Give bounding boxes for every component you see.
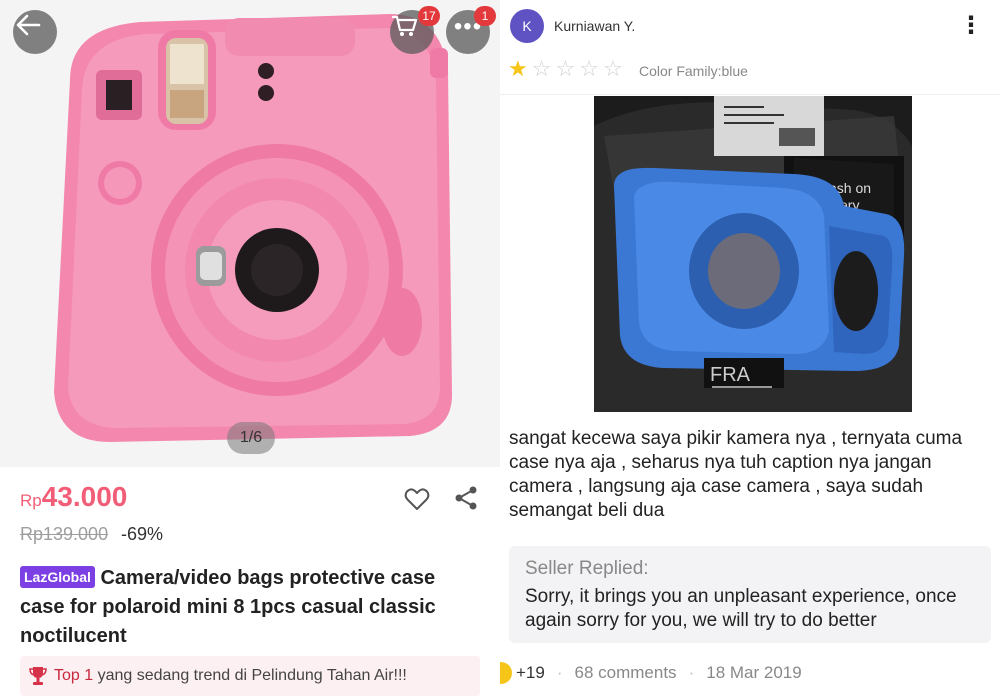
review-footer: +19 · 68 comments · 18 Mar 2019 (500, 661, 802, 685)
review-photo-image: cash on ery FRA (594, 96, 912, 412)
review-text: sangat kecewa saya pikir kamera nya , te… (509, 428, 963, 521)
trend-description: yang sedang trend di Pelindung Tahan Air… (97, 667, 407, 684)
star-icon: ★ (508, 56, 528, 81)
variant-label: Color Family:blue (639, 63, 748, 79)
kebab-menu-icon[interactable]: ⋮ (959, 13, 983, 39)
trend-text: Top 1 yang sedang trend di Pelindung Tah… (54, 667, 407, 685)
trend-rank: Top 1 (54, 667, 94, 684)
seller-reply-label: Seller Replied: (525, 558, 649, 579)
cart-badge: 17 (418, 6, 440, 26)
avatar: K (510, 9, 544, 43)
seller-reply-box: Seller Replied: Sorry, it brings you an … (509, 546, 991, 643)
discount-percent: -69% (121, 524, 164, 544)
product-panel: 17 ••• 1 1/6 Rp43.000 Rp139.000 -69% Laz… (0, 0, 500, 700)
trend-banner[interactable]: Top 1 yang sedang trend di Pelindung Tah… (20, 656, 480, 696)
product-image-carousel[interactable]: 17 ••• 1 1/6 (0, 0, 500, 467)
current-price: Rp43.000 (20, 481, 127, 513)
photo-text-fra: FRA (710, 364, 751, 386)
back-arrow-icon (16, 14, 41, 36)
reviewer-name: Kurniawan Y. (554, 18, 636, 34)
rating-stars: ★ ☆ ☆ ☆ ☆ (508, 58, 623, 80)
lazglobal-tag: LazGlobal (20, 566, 95, 588)
original-price: Rp139.000 (20, 524, 109, 544)
heart-icon[interactable] (403, 485, 431, 513)
like-count[interactable]: +19 (516, 663, 545, 683)
seller-reply-text: Sorry, it brings you an unpleasant exper… (525, 586, 957, 631)
product-image (0, 0, 500, 467)
like-icon[interactable] (500, 662, 512, 684)
separator-dot: · (556, 663, 563, 682)
back-button[interactable] (13, 10, 57, 54)
review-photo[interactable]: cash on ery FRA (594, 96, 912, 412)
more-button[interactable]: ••• 1 (446, 6, 496, 54)
price-currency: Rp (20, 491, 42, 510)
divider (500, 94, 1000, 95)
star-icon: ☆ (555, 56, 576, 81)
cart-button[interactable]: 17 (390, 6, 440, 54)
comment-count[interactable]: 68 comments (575, 663, 677, 683)
share-icon[interactable] (452, 484, 480, 512)
trophy-icon (29, 667, 47, 685)
product-title: LazGlobal Camera/video bags protective c… (20, 564, 480, 651)
separator-dot: · (688, 663, 695, 682)
star-icon: ☆ (531, 56, 552, 81)
image-counter: 1/6 (227, 422, 275, 454)
review-panel: K Kurniawan Y. ⋮ ★ ☆ ☆ ☆ ☆ Color Family:… (500, 0, 1000, 700)
price-amount: 43.000 (41, 481, 128, 512)
star-icon: ☆ (579, 56, 599, 81)
star-icon: ☆ (602, 56, 623, 81)
cart-icon (391, 15, 418, 36)
review-date: 18 Mar 2019 (706, 663, 802, 682)
price-section: Rp43.000 Rp139.000 -69% LazGlobal Camera… (0, 467, 500, 700)
more-badge: 1 (474, 6, 496, 26)
